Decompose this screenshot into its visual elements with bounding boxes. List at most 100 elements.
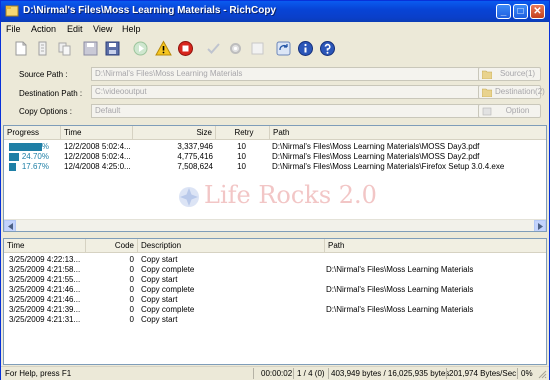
status-count: 1 / 4 (0) xyxy=(297,369,325,378)
log-description: Copy complete xyxy=(141,305,195,314)
progress-bar: 17.67% xyxy=(9,162,49,171)
title-bar[interactable]: D:\Nirmal's Files\Moss Learning Material… xyxy=(1,1,549,22)
new-icon[interactable] xyxy=(12,40,29,57)
transfer-path: D:\Nirmal's Files\Moss Learning Material… xyxy=(272,142,480,151)
transfer-list[interactable]: Progress Time Size Retry Path 81.90% 12/… xyxy=(3,125,547,232)
log-code: 0 xyxy=(129,305,134,314)
col-size[interactable]: Size xyxy=(133,126,216,139)
log-description: Copy start xyxy=(141,275,178,284)
transfer-retry: 10 xyxy=(237,152,246,161)
transfer-row[interactable]: 24.70% 12/2/2008 5:02:4... 4,775,416 10 … xyxy=(4,152,546,161)
log-code: 0 xyxy=(129,295,134,304)
app-icon xyxy=(5,5,19,17)
scroll-right-icon[interactable] xyxy=(534,220,546,231)
copy-options-field[interactable]: Default xyxy=(91,104,495,118)
col-path[interactable]: Path xyxy=(270,126,546,139)
log-code: 0 xyxy=(129,265,134,274)
menu-action[interactable]: Action xyxy=(31,24,56,34)
copy-options-value: Default xyxy=(95,106,121,115)
save-as-icon[interactable] xyxy=(104,40,121,57)
copy-profile-icon[interactable] xyxy=(56,40,73,57)
menu-bar: File Action Edit View Help xyxy=(1,22,549,37)
log-time: 3/25/2009 4:21:46... xyxy=(9,295,81,304)
settings-icon[interactable] xyxy=(227,40,244,57)
log-row[interactable]: 3/25/2009 4:21:46... 0 Copy start xyxy=(4,295,546,304)
progress-label: 17.67% xyxy=(21,162,49,171)
options-panel: Source Path : D:\Nirmal's Files\Moss Lea… xyxy=(6,62,545,121)
status-separator xyxy=(253,368,254,379)
minimize-button[interactable]: _ xyxy=(496,4,511,19)
transfer-time: 12/4/2008 4:25:0... xyxy=(64,162,131,171)
stop-icon[interactable] xyxy=(177,40,194,57)
log-list[interactable]: Time Code Description Path 3/25/2009 4:2… xyxy=(3,238,547,365)
info-icon[interactable] xyxy=(297,40,314,57)
resize-grip-icon[interactable] xyxy=(537,369,547,379)
col-log-path[interactable]: Path xyxy=(325,239,546,252)
log-description: Copy start xyxy=(141,295,178,304)
scroll-left-icon[interactable] xyxy=(4,220,16,231)
transfer-time: 12/2/2008 5:02:4... xyxy=(64,142,131,151)
source-path-field[interactable]: D:\Nirmal's Files\Moss Learning Material… xyxy=(91,67,495,81)
transfer-path: D:\Nirmal's Files\Moss Learning Material… xyxy=(272,152,480,161)
col-retry[interactable]: Retry xyxy=(216,126,270,139)
richcopy-window: D:\Nirmal's Files\Moss Learning Material… xyxy=(0,0,550,380)
log-time: 3/25/2009 4:22:13... xyxy=(9,255,81,264)
col-time[interactable]: Time xyxy=(61,126,133,139)
refresh-icon[interactable] xyxy=(275,40,292,57)
status-bar: For Help, press F1 00:00:02 1 / 4 (0) 40… xyxy=(1,366,549,380)
log-time: 3/25/2009 4:21:46... xyxy=(9,285,81,294)
maximize-button[interactable]: □ xyxy=(513,4,528,19)
log-row[interactable]: 3/25/2009 4:22:13... 0 Copy start xyxy=(4,255,546,264)
status-elapsed: 00:00:02 xyxy=(261,369,293,378)
transfer-row[interactable]: 17.67% 12/4/2008 4:25:0... 7,508,624 10 … xyxy=(4,162,546,171)
log-row[interactable]: 3/25/2009 4:21:58... 0 Copy complete D:\… xyxy=(4,265,546,274)
clear-icon[interactable] xyxy=(249,40,266,57)
log-time: 3/25/2009 4:21:39... xyxy=(9,305,81,314)
progress-label: 81.90% xyxy=(21,142,49,151)
col-code[interactable]: Code xyxy=(86,239,138,252)
status-bytes: 403,949 bytes / 16,025,935 bytes xyxy=(331,369,450,378)
col-log-time[interactable]: Time xyxy=(4,239,86,252)
log-row[interactable]: 3/25/2009 4:21:39... 0 Copy complete D:\… xyxy=(4,305,546,314)
log-row[interactable]: 3/25/2009 4:21:55... 0 Copy start xyxy=(4,275,546,284)
log-description: Copy start xyxy=(141,315,178,324)
destination-path-value: C:\videooutput xyxy=(95,87,147,96)
menu-help[interactable]: Help xyxy=(122,24,141,34)
folder-icon xyxy=(482,88,492,97)
destination-button[interactable]: Destination(2) xyxy=(478,85,545,99)
properties-icon[interactable] xyxy=(34,40,51,57)
window-title: D:\Nirmal's Files\Moss Learning Material… xyxy=(23,5,276,16)
transfer-size: 4,775,416 xyxy=(177,152,213,161)
transfer-path: D:\Nirmal's Files\Moss Learning Material… xyxy=(272,162,505,171)
status-help: For Help, press F1 xyxy=(5,369,72,378)
log-row[interactable]: 3/25/2009 4:21:31... 0 Copy start xyxy=(4,315,546,324)
destination-path-field[interactable]: C:\videooutput xyxy=(91,85,495,99)
log-code: 0 xyxy=(129,275,134,284)
about-icon[interactable] xyxy=(319,40,336,57)
col-progress[interactable]: Progress xyxy=(4,126,61,139)
log-path: D:\Nirmal's Files\Moss Learning Material… xyxy=(326,265,474,274)
progress-bar: 81.90% xyxy=(9,142,49,151)
warning-icon[interactable] xyxy=(155,40,172,57)
progress-label: 24.70% xyxy=(21,152,49,161)
status-separator xyxy=(517,368,518,379)
source-button[interactable]: Source(1) xyxy=(478,67,541,81)
close-button[interactable]: ✕ xyxy=(530,4,545,19)
log-description: Copy complete xyxy=(141,265,195,274)
log-row[interactable]: 3/25/2009 4:21:46... 0 Copy complete D:\… xyxy=(4,285,546,294)
save-icon[interactable] xyxy=(82,40,99,57)
log-code: 0 xyxy=(129,255,134,264)
start-icon[interactable] xyxy=(132,40,149,57)
source-path-label: Source Path : xyxy=(19,70,68,79)
option-button[interactable]: Option xyxy=(478,104,541,118)
check-icon[interactable] xyxy=(205,40,222,57)
horizontal-scrollbar[interactable] xyxy=(4,219,546,231)
col-description[interactable]: Description xyxy=(138,239,325,252)
menu-view[interactable]: View xyxy=(93,24,112,34)
menu-edit[interactable]: Edit xyxy=(67,24,83,34)
options-icon xyxy=(482,107,492,116)
menu-file[interactable]: File xyxy=(6,24,21,34)
transfer-row[interactable]: 81.90% 12/2/2008 5:02:4... 3,337,946 10 … xyxy=(4,142,546,151)
log-path: D:\Nirmal's Files\Moss Learning Material… xyxy=(326,285,474,294)
log-code: 0 xyxy=(129,315,134,324)
